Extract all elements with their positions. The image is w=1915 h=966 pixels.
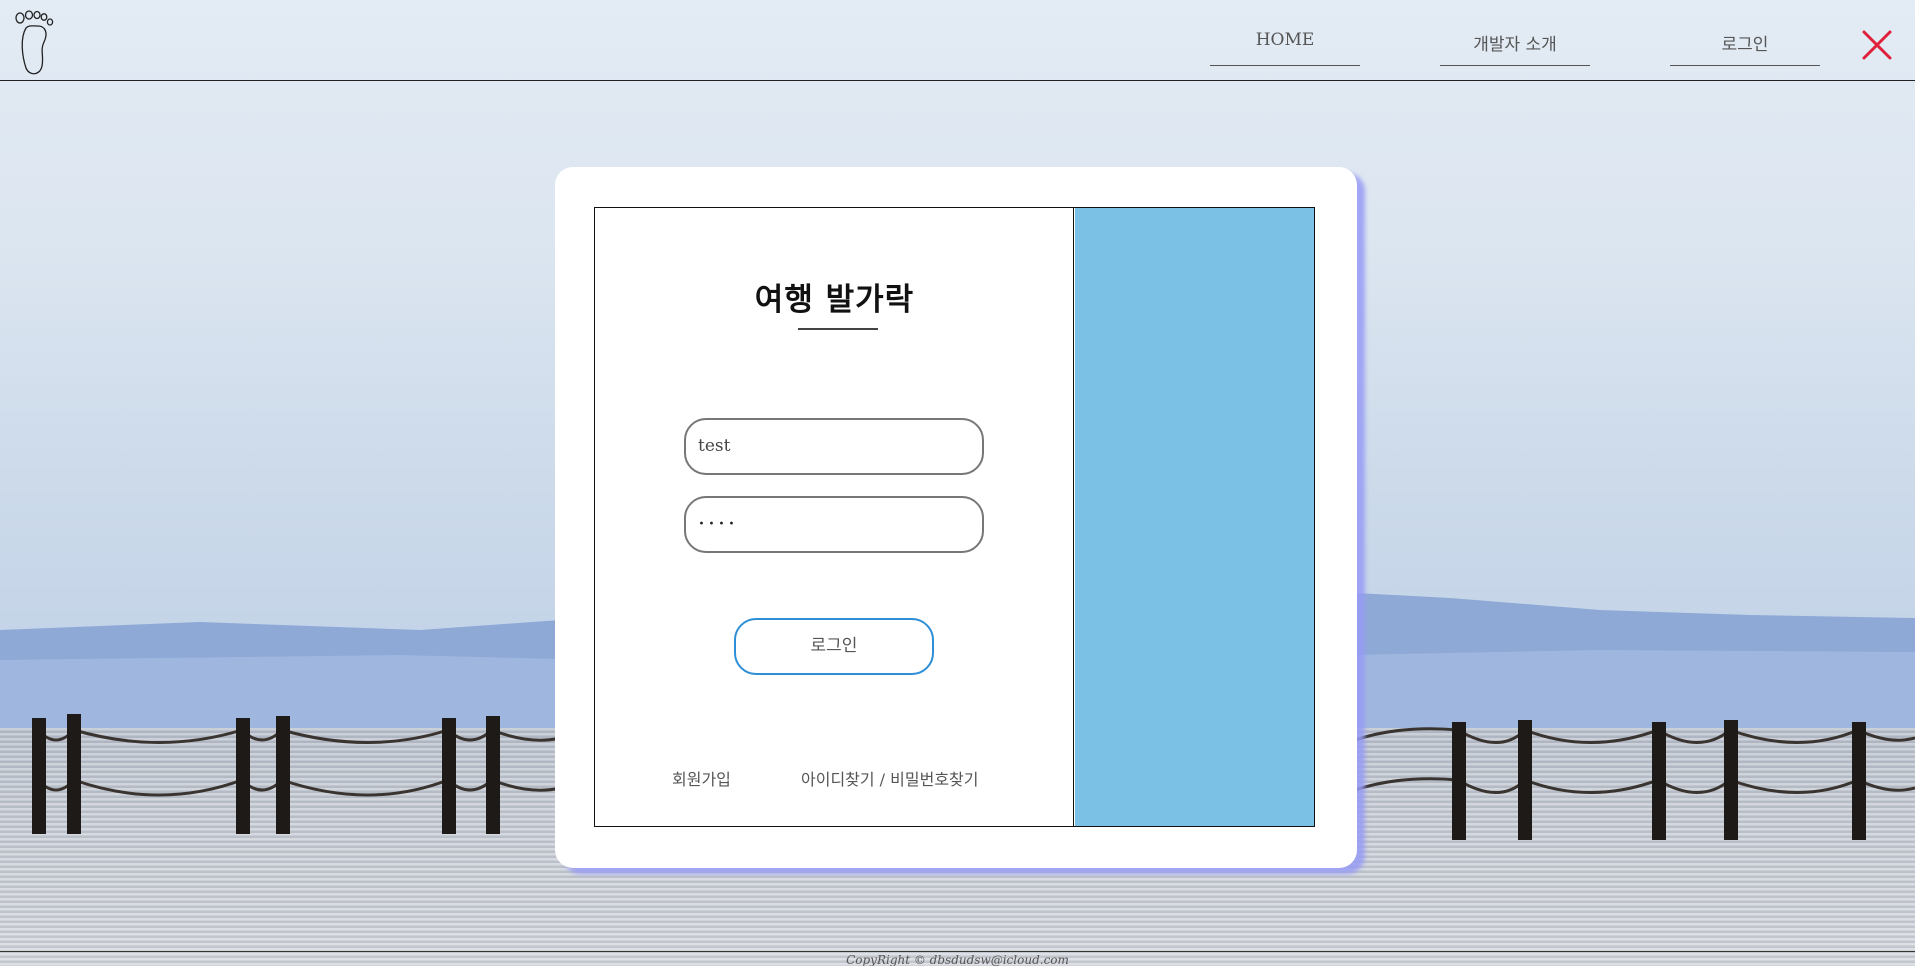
login-card: 여행 발가락 test ···· 로그인 회원가입 아이디찾기 / 비밀번호찾기	[555, 167, 1357, 868]
nav-developer-intro[interactable]: 개발자 소개	[1440, 30, 1590, 66]
username-input[interactable]: test	[684, 418, 984, 475]
login-button[interactable]: 로그인	[734, 618, 934, 675]
footprint-icon[interactable]	[12, 8, 62, 78]
signup-link[interactable]: 회원가입	[672, 766, 731, 790]
close-icon[interactable]	[1860, 28, 1894, 62]
login-card-frame: 여행 발가락 test ···· 로그인 회원가입 아이디찾기 / 비밀번호찾기	[594, 207, 1315, 827]
password-mask: ····	[698, 512, 738, 537]
page-title: 여행 발가락	[754, 282, 915, 318]
find-id-password-link[interactable]: 아이디찾기 / 비밀번호찾기	[801, 766, 978, 790]
title-underline	[798, 328, 878, 330]
login-form-pane: 여행 발가락 test ···· 로그인 회원가입 아이디찾기 / 비밀번호찾기	[595, 208, 1074, 826]
nav-login[interactable]: 로그인	[1670, 30, 1820, 66]
nav-home[interactable]: HOME	[1210, 30, 1360, 66]
side-panel	[1075, 208, 1314, 826]
password-input[interactable]: ····	[684, 496, 984, 553]
footer-divider	[0, 951, 1915, 952]
top-nav-bar: HOME 개발자 소개 로그인	[0, 0, 1915, 81]
footer-copyright: CopyRight © dbsdudsw@icloud.com	[846, 953, 1069, 966]
